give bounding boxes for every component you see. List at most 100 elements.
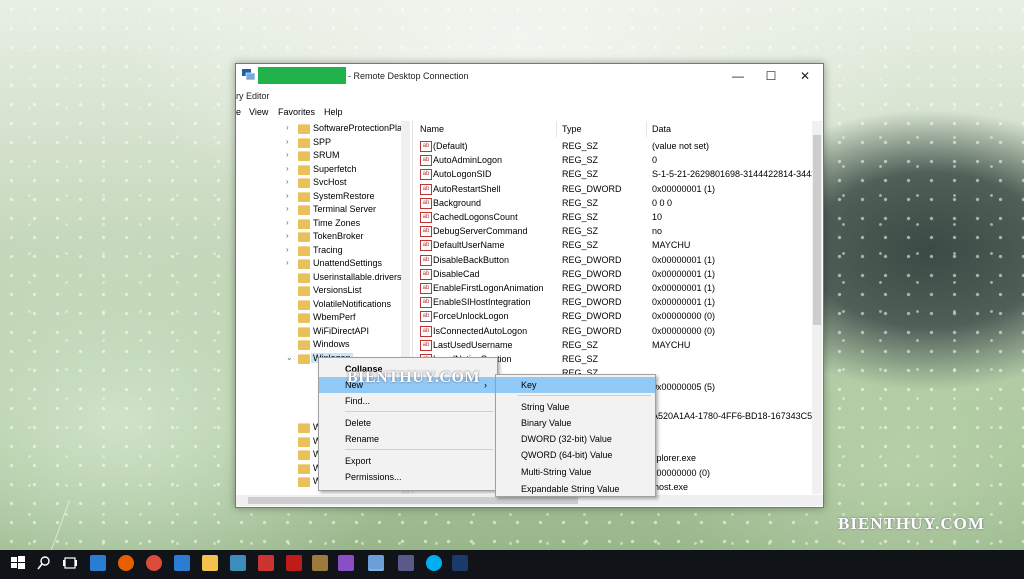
registry-value-row[interactable]: ab ForceUnlockLogon REG_DWORD 0x00000000 (0…: [414, 309, 814, 323]
edge-icon[interactable]: [90, 555, 106, 571]
value-data: MAYCHU: [652, 339, 691, 350]
expander-icon[interactable]: ›: [286, 150, 289, 159]
column-header-type[interactable]: Type: [556, 121, 647, 137]
registry-value-row[interactable]: ab LastUsedUsername REG_SZ MAYCHU: [414, 338, 814, 352]
tree-item[interactable]: Windows: [236, 338, 412, 351]
value-name: Background: [433, 197, 482, 208]
menu-item-delete[interactable]: Delete: [319, 415, 497, 431]
expander-icon[interactable]: ›: [286, 231, 289, 240]
app-icon[interactable]: [230, 555, 246, 571]
title-bar[interactable]: - Remote Desktop Connection — ☐ ✕: [236, 64, 823, 87]
tree-item[interactable]: Userinstallable.drivers: [236, 271, 412, 284]
menu-separator: [345, 449, 493, 450]
vs-icon[interactable]: [338, 555, 354, 571]
remote-desktop-icon[interactable]: [368, 555, 384, 571]
registry-value-row[interactable]: ab DisableBackButton REG_DWORD 0x00000001 (…: [414, 253, 814, 267]
registry-value-row[interactable]: ab AutoRestartShell REG_DWORD 0x00000001 (1…: [414, 182, 814, 196]
value-data: 0x00000001 (1): [652, 183, 716, 194]
submenu-item-multi-string-value[interactable]: Multi-String Value: [496, 464, 655, 480]
registry-value-row[interactable]: ab IsConnectedAutoLogon REG_DWORD 0x0000000…: [414, 324, 814, 338]
task-view-icon[interactable]: [62, 555, 78, 571]
submenu-item-qword-value[interactable]: QWORD (64-bit) Value: [496, 447, 655, 463]
media-player-icon[interactable]: [398, 555, 414, 571]
registry-value-row[interactable]: ab AutoLogonSID REG_SZ S-1-5-21-2629801698-…: [414, 167, 814, 181]
menu-edit[interactable]: e: [236, 107, 241, 117]
cube-icon[interactable]: [312, 555, 328, 571]
tree-item[interactable]: › Superfetch: [236, 163, 412, 176]
value-type: REG_SZ: [562, 354, 599, 364]
value-data: ihost.exe: [652, 481, 689, 492]
filezilla-icon[interactable]: [286, 555, 302, 571]
tree-item[interactable]: › SvcHost: [236, 176, 412, 189]
value-type: REG_DWORD: [562, 254, 622, 265]
registry-value-row[interactable]: ab EnableFirstLogonAnimation REG_DWORD 0x00…: [414, 281, 814, 295]
minimize-button[interactable]: —: [721, 64, 755, 87]
submenu-item-dword-value[interactable]: DWORD (32-bit) Value: [496, 431, 655, 447]
menu-item-find[interactable]: Find...: [319, 393, 497, 409]
tree-item[interactable]: VolatileNotifications: [236, 298, 412, 311]
menu-favorites[interactable]: Favorites: [278, 107, 315, 117]
tree-item[interactable]: WiFiDirectAPI: [236, 325, 412, 338]
registry-value-row[interactable]: ab DefaultUserName REG_SZ MAYCHU: [414, 238, 814, 252]
expander-icon[interactable]: ›: [286, 177, 289, 186]
registry-value-row[interactable]: ab AutoAdminLogon REG_SZ 0: [414, 153, 814, 167]
edge-icon[interactable]: [174, 555, 190, 571]
value-name: CachedLogonsCount: [433, 212, 518, 222]
expander-icon[interactable]: ›: [286, 204, 289, 213]
photoshop-icon[interactable]: [452, 555, 468, 571]
skype-icon[interactable]: [426, 555, 442, 571]
maximize-button[interactable]: ☐: [754, 64, 788, 87]
expander-icon[interactable]: ›: [286, 123, 289, 132]
menu-item-rename[interactable]: Rename: [319, 431, 497, 447]
expander-icon[interactable]: ›: [286, 137, 289, 146]
search-icon[interactable]: [36, 555, 52, 571]
submenu-item-binary-value[interactable]: Binary Value: [496, 415, 655, 431]
registry-value-row[interactable]: ab DisableCad REG_DWORD 0x00000001 (1): [414, 267, 814, 281]
expander-icon[interactable]: ›: [286, 164, 289, 173]
column-header-data[interactable]: Data: [646, 121, 814, 137]
submenu-item-key[interactable]: Key: [496, 377, 655, 393]
menu-item-permissions[interactable]: Permissions...: [319, 469, 497, 485]
folder-icon: [298, 151, 310, 161]
submenu-item-expandable-string-value[interactable]: Expandable String Value: [496, 481, 655, 496]
registry-value-row[interactable]: ab Background REG_SZ 0 0 0: [414, 196, 814, 210]
submenu-item-string-value[interactable]: String Value: [496, 399, 655, 415]
start-icon[interactable]: [10, 555, 26, 571]
registry-value-row[interactable]: ab (Default) REG_SZ (value not set): [414, 139, 814, 153]
file-explorer-icon[interactable]: [202, 555, 218, 571]
tree-item[interactable]: VersionsList: [236, 284, 412, 297]
expander-icon[interactable]: ›: [286, 191, 289, 200]
tree-item[interactable]: › SystemRestore: [236, 190, 412, 203]
tree-item[interactable]: › SRUM: [236, 149, 412, 162]
folder-icon: [298, 450, 310, 460]
expander-icon[interactable]: ›: [286, 258, 289, 267]
tree-item[interactable]: › Terminal Server: [236, 203, 412, 216]
expander-icon[interactable]: ›: [286, 218, 289, 227]
tree-item[interactable]: › TokenBroker: [236, 230, 412, 243]
registry-value-row[interactable]: ab CachedLogonsCount REG_SZ 10: [414, 210, 814, 224]
tree-item-label: SRUM: [313, 150, 340, 160]
scrollbar-thumb[interactable]: [248, 497, 578, 504]
tree-item[interactable]: › SoftwareProtectionPla: [236, 122, 412, 135]
close-button[interactable]: ✕: [788, 64, 822, 87]
menu-help[interactable]: Help: [324, 107, 343, 117]
value-type: REG_DWORD: [562, 325, 622, 336]
expander-icon[interactable]: ⌄: [286, 353, 293, 362]
string-value-icon: ab: [420, 155, 432, 167]
tree-item[interactable]: WbemPerf: [236, 311, 412, 324]
registry-value-row[interactable]: ab EnableSIHostIntegration REG_DWORD 0x0000…: [414, 295, 814, 309]
expander-icon[interactable]: ›: [286, 245, 289, 254]
registry-value-row[interactable]: ab DebugServerCommand REG_SZ no: [414, 224, 814, 238]
firefox-icon[interactable]: [118, 555, 134, 571]
tree-item[interactable]: › Time Zones: [236, 217, 412, 230]
menu-view[interactable]: View: [249, 107, 268, 117]
column-header-name[interactable]: Name: [414, 121, 557, 137]
values-scrollbar[interactable]: [812, 121, 822, 494]
scrollbar-thumb[interactable]: [813, 135, 821, 325]
chrome-icon[interactable]: [146, 555, 162, 571]
tree-item[interactable]: › SPP: [236, 136, 412, 149]
menu-item-export[interactable]: Export: [319, 453, 497, 469]
media-icon[interactable]: [258, 555, 274, 571]
tree-item[interactable]: › Tracing: [236, 244, 412, 257]
tree-item[interactable]: › UnattendSettings: [236, 257, 412, 270]
